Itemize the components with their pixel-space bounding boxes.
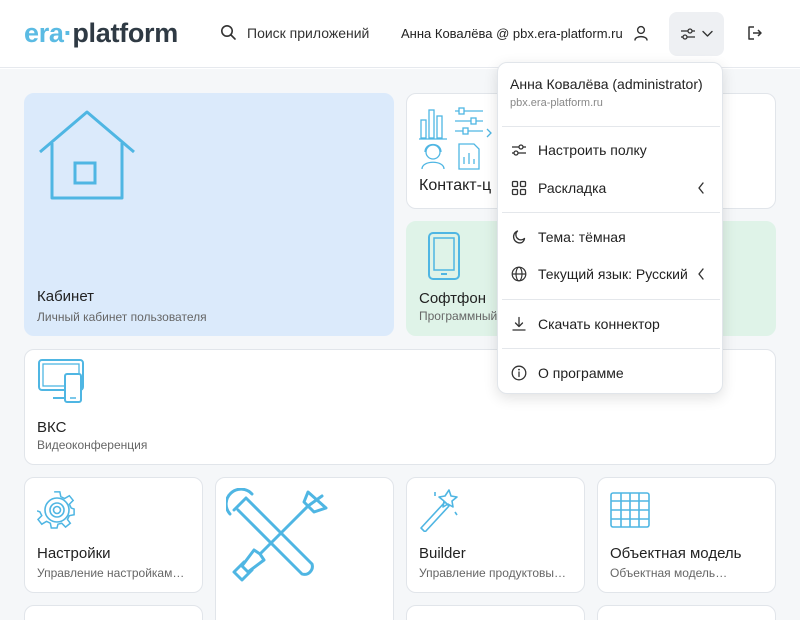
- download-icon: [512, 316, 526, 331]
- devices-icon: [38, 359, 84, 403]
- logout-icon: [748, 26, 762, 40]
- menu-item-download-connector[interactable]: Скачать коннектор: [498, 307, 724, 341]
- home-icon: [39, 110, 135, 200]
- menu-item-label: Тема: тёмная: [538, 229, 626, 245]
- sliders-icon: [681, 28, 695, 40]
- tile-cabinet[interactable]: Кабинет Личный кабинет пользователя: [24, 93, 394, 336]
- tile-title: Кабинет: [37, 288, 95, 305]
- search-icon: [221, 25, 236, 40]
- globe-icon: [511, 266, 527, 282]
- tile-builder[interactable]: Builder Управление продуктовы…: [406, 477, 585, 593]
- tile-partial[interactable]: [597, 605, 776, 620]
- logout-button[interactable]: [746, 24, 764, 47]
- tile-subtitle: Объектная модель…: [610, 566, 728, 580]
- tile-title: Объектная модель: [610, 545, 742, 562]
- tile-title: Builder: [419, 545, 466, 562]
- tile-title: Настройки: [37, 545, 111, 562]
- tile-subtitle: Программный: [419, 309, 498, 323]
- info-icon: [511, 365, 527, 381]
- magic-wand-icon: [420, 489, 458, 532]
- divider: [502, 299, 720, 300]
- menu-item-label: Раскладка: [538, 180, 607, 196]
- moon-icon: [512, 230, 526, 244]
- tile-subtitle: Личный кабинет пользователя: [37, 310, 207, 324]
- divider: [502, 126, 720, 127]
- logo-era: era: [24, 18, 64, 48]
- tile-settings[interactable]: Настройки Управление настройкам…: [24, 477, 203, 593]
- profile-button[interactable]: [632, 24, 650, 47]
- menu-item-layout[interactable]: Раскладка: [498, 171, 724, 205]
- menu-item-about[interactable]: О программе: [498, 356, 724, 390]
- search-label: Поиск приложений: [247, 24, 370, 41]
- app-header: era·platform Поиск приложений Анна Ковал…: [0, 0, 800, 68]
- divider: [502, 212, 720, 213]
- settings-dropdown: Анна Ковалёва (administrator) pbx.era-pl…: [497, 62, 723, 394]
- menu-item-label: Скачать коннектор: [538, 316, 660, 332]
- tile-title: Контакт-ц: [419, 177, 492, 194]
- tile-title: ВКС: [37, 419, 67, 436]
- tile-subtitle: Управление настройкам…: [37, 566, 185, 580]
- menu-item-label: Текущий язык: Русский: [538, 266, 688, 282]
- chevron-left-icon: [698, 182, 704, 194]
- phone-icon: [428, 232, 460, 280]
- user-icon: [634, 25, 648, 41]
- tile-title: Софтфон: [419, 290, 487, 307]
- current-user: Анна Ковалёва @ pbx.era-platform.ru: [401, 26, 623, 41]
- search-apps[interactable]: Поиск приложений: [220, 24, 369, 41]
- wrench-screwdriver-icon: [226, 488, 328, 582]
- chevron-left-icon: [698, 268, 704, 280]
- tile-partial[interactable]: [406, 605, 585, 620]
- tile-subtitle: Управление продуктовы…: [419, 566, 567, 580]
- menu-item-label: О программе: [538, 365, 624, 381]
- menu-user-name: Анна Ковалёва (administrator): [510, 76, 703, 92]
- logo-platform: platform: [72, 18, 178, 48]
- menu-item-label: Настроить полку: [538, 142, 647, 158]
- gear-icon: [37, 491, 75, 529]
- table-icon: [610, 492, 650, 528]
- tile-subtitle: Видеоконференция: [37, 438, 148, 452]
- menu-user-host: pbx.era-platform.ru: [510, 97, 603, 109]
- sliders-icon: [512, 144, 526, 156]
- divider: [502, 348, 720, 349]
- contact-center-icon: [419, 107, 492, 170]
- chevron-down-icon: [702, 30, 713, 37]
- tile-object-model[interactable]: Объектная модель Объектная модель…: [597, 477, 776, 593]
- grid-icon: [511, 180, 527, 196]
- tile-tools[interactable]: [215, 477, 394, 620]
- tile-partial[interactable]: [24, 605, 203, 620]
- menu-item-language[interactable]: Текущий язык: Русский: [498, 257, 724, 291]
- logo[interactable]: era·platform: [24, 18, 178, 49]
- menu-item-shelf-settings[interactable]: Настроить полку: [498, 133, 724, 167]
- menu-item-theme[interactable]: Тема: тёмная: [498, 220, 724, 254]
- settings-menu-button[interactable]: [669, 12, 724, 56]
